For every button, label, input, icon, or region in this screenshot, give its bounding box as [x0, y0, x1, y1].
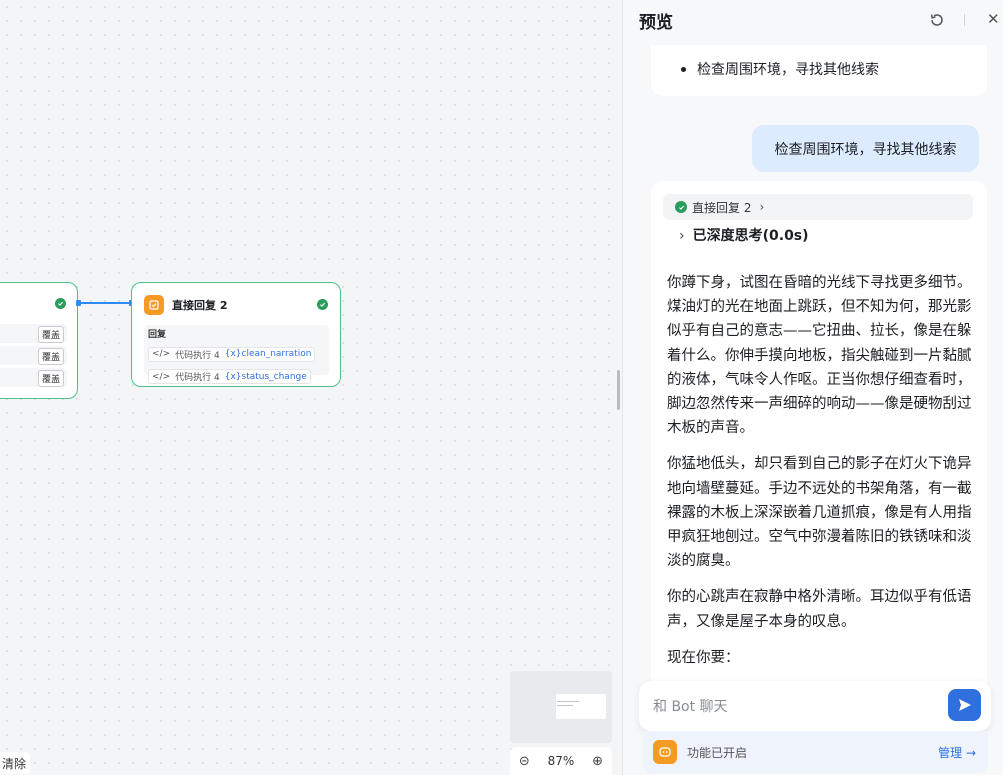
- variable-ref: </> 代码执行 4 {x} clean_narration: [148, 346, 316, 362]
- header-divider: [964, 14, 965, 26]
- chevron-right-icon: ›: [759, 200, 765, 214]
- response-paragraph: 你的心跳声在寂静中格外清晰。耳边似乎有低语声，又像是屋子本身的叹息。: [667, 589, 972, 630]
- response-paragraph: 现在你要：: [667, 649, 740, 666]
- chat-composer[interactable]: 和 Bot 聊天: [639, 681, 991, 731]
- code-node[interactable]: 覆盖 覆盖 覆盖: [0, 282, 78, 399]
- feature-bar: 功能已开启 管理 →: [643, 731, 988, 773]
- response-paragraph: 你猛地低头，却只看到自己的影子在灯火下诡异地向墙壁蔓延。手边不远处的书架角落，有…: [667, 456, 972, 570]
- variable-icon: {x}: [224, 371, 242, 382]
- variable-icon: {x}: [224, 349, 242, 359]
- manage-label: 管理: [938, 746, 963, 760]
- manage-link[interactable]: 管理 →: [938, 744, 976, 761]
- minimap-viewport: [556, 694, 606, 719]
- reply-label: 回复: [148, 330, 167, 340]
- output-row: 覆盖: [0, 368, 67, 387]
- thinking-toggle[interactable]: › 已深度思考(0.0s): [679, 225, 809, 245]
- status-label: 直接回复 2: [692, 200, 752, 215]
- send-icon: [958, 699, 971, 711]
- variable-ref: </> 代码执行 4 {x} status_change: [148, 369, 311, 384]
- overwrite-tag: 覆盖: [37, 348, 64, 365]
- reset-icon[interactable]: [928, 11, 946, 29]
- reply-content: 回复 </> 代码执行 4 {x} clean_narration </> 代码…: [144, 325, 329, 384]
- clear-button[interactable]: 清除: [0, 752, 31, 774]
- output-row: 覆盖: [0, 346, 67, 365]
- success-check-icon: [675, 201, 687, 213]
- bullet-point: [681, 67, 686, 72]
- preview-panel: 预览 ✕ 检查周围环境，寻找其他线索 检查周围环境，寻找其他线索 直接回复 2 …: [622, 0, 1003, 775]
- variable-source: 代码执行 4: [175, 373, 220, 383]
- bot-response-text: 你蹲下身，试图在昏暗的光线下寻找更多细节。煤油灯的光在地面上跳跃，但不知为何，那…: [667, 271, 973, 682]
- user-message: 检查周围环境，寻找其他线索: [752, 125, 979, 172]
- output-row: 覆盖: [0, 324, 67, 343]
- minimap-node-line: [557, 701, 579, 702]
- reply-node[interactable]: 直接回复 2 回复 </> 代码执行 4 {x} clean_narration…: [131, 282, 341, 387]
- feature-status: 功能已开启: [687, 745, 748, 760]
- code-icon: </>: [152, 371, 171, 382]
- close-icon[interactable]: ✕: [987, 10, 1000, 28]
- variable-name: status_change: [241, 371, 307, 382]
- overwrite-tag: 覆盖: [37, 326, 64, 343]
- response-paragraph: 你蹲下身，试图在昏暗的光线下寻找更多细节。煤油灯的光在地面上跳跃，但不知为何，那…: [667, 275, 972, 437]
- variable-name: clean_narration: [241, 349, 312, 359]
- chevron-right-icon: ›: [679, 228, 685, 244]
- variable-source: 代码执行 4: [175, 350, 220, 361]
- bot-message: 直接回复 2 › › 已深度思考(0.0s) 你蹲下身，试图在昏暗的光线下寻找更多…: [651, 181, 987, 701]
- zoom-out-icon[interactable]: ⊝: [519, 754, 530, 769]
- output-rows: 覆盖 覆盖 覆盖: [0, 324, 67, 390]
- node-title: 直接回复 2: [172, 299, 228, 312]
- minimap-node-line: [557, 705, 573, 706]
- reply-node-icon: [144, 295, 164, 315]
- zoom-in-icon[interactable]: ⊕: [592, 754, 603, 769]
- success-check-icon: [317, 299, 328, 310]
- panel-title: 预览: [639, 13, 673, 33]
- code-icon: </>: [152, 349, 171, 359]
- minimap[interactable]: [510, 671, 612, 743]
- feature-icon: [653, 740, 677, 764]
- zoom-controls: ⊝ 87% ⊕: [510, 747, 612, 775]
- thinking-label: 已深度思考(0.0s): [692, 228, 809, 244]
- panel-resize-handle[interactable]: [617, 370, 620, 410]
- bot-message-previous: 检查周围环境，寻找其他线索: [651, 45, 987, 96]
- zoom-level[interactable]: 87%: [548, 754, 575, 768]
- send-button[interactable]: [948, 689, 981, 721]
- node-header: 直接回复 2: [144, 295, 227, 315]
- overwrite-tag: 覆盖: [37, 370, 64, 387]
- workflow-canvas[interactable]: 覆盖 覆盖 覆盖 直接回复 2 回复 </> 代码执行 4 {x} clean_…: [0, 0, 622, 775]
- chat-input[interactable]: 和 Bot 聊天: [653, 696, 728, 716]
- success-check-icon: [55, 298, 66, 309]
- node-status-pill[interactable]: 直接回复 2 ›: [663, 194, 973, 220]
- node-connection-edge[interactable]: [76, 300, 134, 306]
- bullet-text: 检查周围环境，寻找其他线索: [697, 62, 879, 78]
